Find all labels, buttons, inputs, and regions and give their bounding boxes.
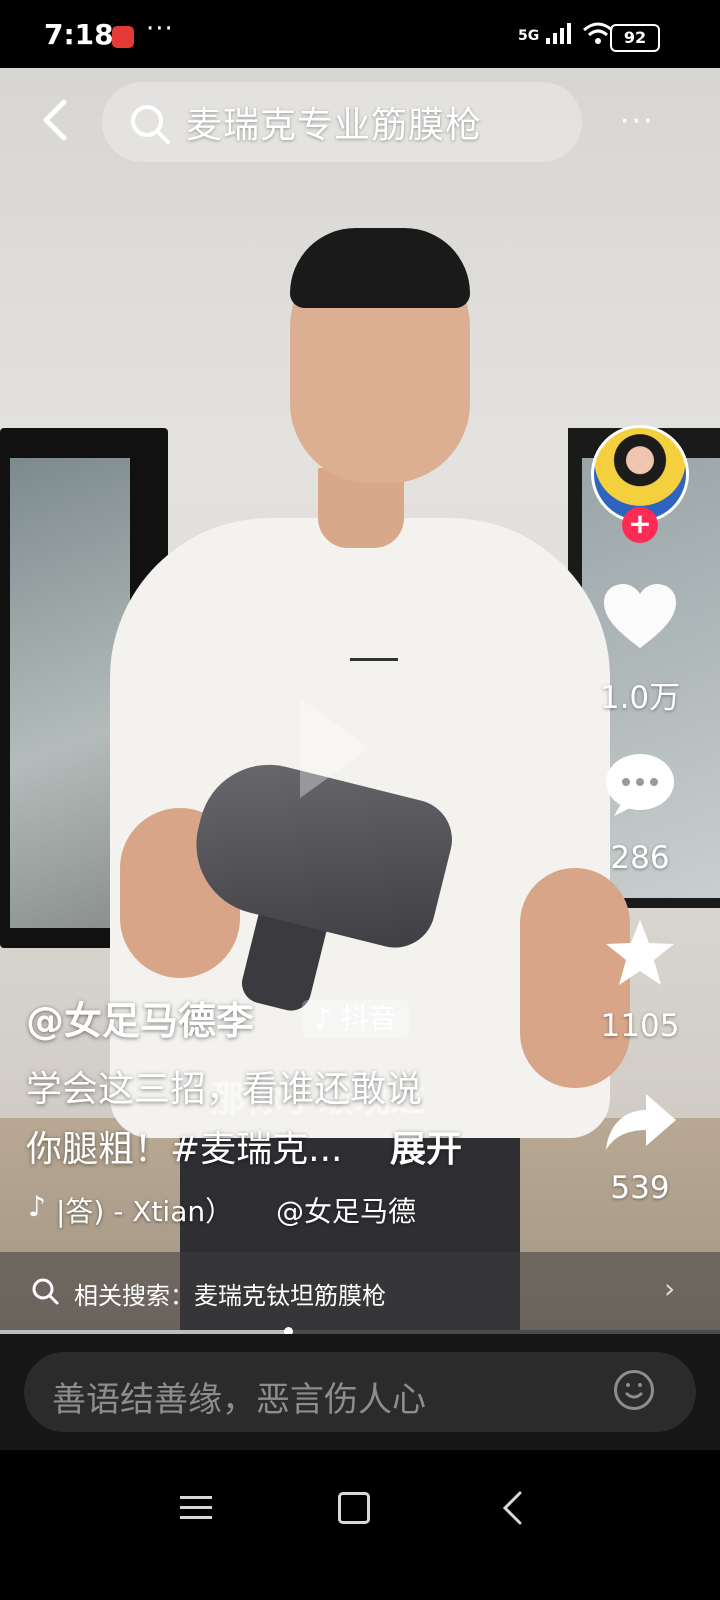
battery-icon: 92 [610, 24, 660, 52]
follow-button[interactable]: + [622, 507, 658, 543]
more-options-icon[interactable]: ··· [620, 104, 655, 139]
platform-tag: ♪ 抖音 [302, 1000, 409, 1038]
description-line[interactable]: 你腿粗！#麦瑞克... [26, 1120, 343, 1172]
platform-tag-label: 抖音 [340, 1002, 397, 1035]
description-line[interactable]: 学会这三招，看谁还敢说 [26, 1060, 422, 1112]
star-icon[interactable] [600, 918, 680, 988]
person-hair [290, 228, 470, 308]
play-hint-icon [300, 698, 370, 798]
nav-back-icon[interactable] [500, 1490, 526, 1526]
comment-icon[interactable] [600, 750, 680, 820]
app-notification-icon [112, 26, 134, 48]
search-icon [131, 105, 170, 144]
emoji-icon[interactable] [614, 1370, 654, 1410]
recent-apps-icon[interactable] [180, 1494, 212, 1522]
share-count: 539 [610, 1170, 670, 1206]
shirt-logo [350, 658, 398, 679]
author-name[interactable]: @女足马德李 [26, 990, 254, 1045]
search-icon [32, 1278, 59, 1305]
music-note-icon: ♪ [28, 1190, 46, 1223]
music-author[interactable]: @女足马德 [276, 1190, 416, 1230]
related-search-text[interactable]: 相关搜索：麦瑞克钛坦筋膜枪 [74, 1276, 386, 1311]
share-icon[interactable] [600, 1088, 680, 1158]
like-count: 1.0万 [599, 680, 681, 716]
status-more-icon: ··· [146, 14, 174, 44]
signal-icon [546, 23, 572, 44]
expand-button[interactable]: 展开 [390, 1120, 462, 1172]
music-note-icon: ♪ [314, 1002, 332, 1035]
status-time: 7:18 [44, 18, 114, 51]
music-title[interactable]: |答) - Xtian） [56, 1190, 233, 1230]
search-query[interactable]: 麦瑞克专业筋膜枪 [186, 96, 482, 148]
comment-count: 286 [610, 840, 670, 876]
network-indicator: 5G [518, 20, 615, 46]
chevron-right-icon[interactable]: › [664, 1272, 675, 1305]
emoji-face-icon [624, 1383, 644, 1399]
comment-placeholder[interactable]: 善语结善缘，恶言伤人心 [52, 1372, 426, 1421]
favorite-count: 1105 [600, 1008, 680, 1044]
home-icon[interactable] [338, 1492, 370, 1524]
system-nav-bar [0, 1450, 720, 1600]
network-label: 5G [518, 28, 540, 44]
back-icon[interactable] [34, 96, 82, 144]
heart-icon[interactable] [600, 582, 680, 652]
